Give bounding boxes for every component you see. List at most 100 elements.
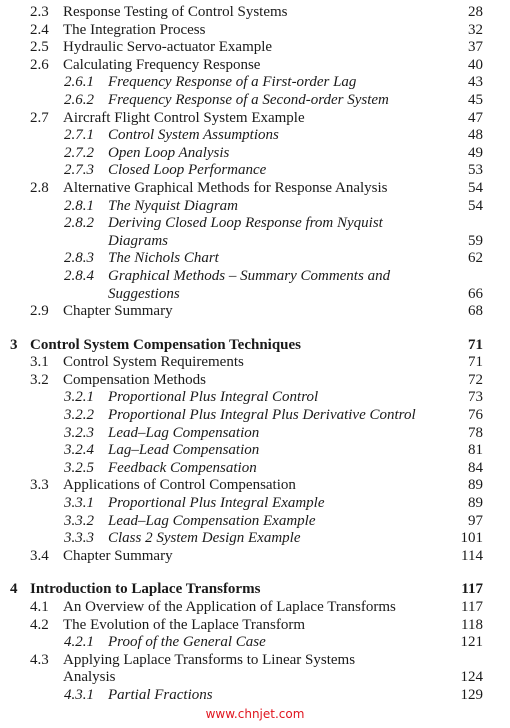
entry-number: 4.2: [30, 616, 49, 633]
toc-entry-section[interactable]: 4.1 An Overview of the Application of Lap…: [0, 599, 510, 617]
entry-title-continuation: Analysis: [63, 669, 116, 686]
entry-title: Graphical Methods – Summary Comments and: [108, 267, 391, 284]
entry-number: 2.8.3: [64, 250, 94, 267]
entry-page-number: 121: [460, 634, 484, 651]
entry-number: 2.6.2: [64, 91, 94, 108]
entry-number: 2.7.3: [64, 162, 94, 179]
entry-title: Class 2 System Design Example: [108, 530, 301, 547]
entry-page-number: 71: [468, 336, 483, 353]
toc-entry-continuation[interactable]: Suggestions 66: [0, 286, 510, 304]
toc-entry-sub[interactable]: 2.7.3 Closed Loop Performance 53: [0, 162, 510, 180]
entry-title: Control System Assumptions: [108, 127, 279, 144]
toc-entry-section[interactable]: 2.5 Hydraulic Servo-actuator Example 37: [0, 39, 510, 57]
entry-title: Alternative Graphical Methods for Respon…: [63, 179, 388, 196]
entry-number: 2.3: [30, 4, 49, 20]
toc-entry-sub[interactable]: 2.8.1 The Nyquist Diagram 54: [0, 198, 510, 216]
entry-title: Open Loop Analysis: [108, 144, 230, 161]
toc-entry-sub[interactable]: 3.3.3 Class 2 System Design Example 101: [0, 530, 510, 548]
entry-page-number: 54: [468, 197, 483, 214]
entry-number: 2.8.1: [64, 197, 94, 214]
entry-title: Deriving Closed Loop Response from Nyqui…: [108, 215, 383, 232]
toc-entry-sub[interactable]: 4.2.1 Proof of the General Case 121: [0, 634, 510, 652]
entry-page-number: 62: [468, 250, 483, 267]
entry-title: Control System Requirements: [63, 354, 244, 371]
toc-entry-sub[interactable]: 3.3.2 Lead–Lag Compensation Example 97: [0, 513, 510, 531]
entry-title: Hydraulic Servo-actuator Example: [63, 39, 273, 56]
entry-page-number: 45: [468, 91, 483, 108]
entry-title: An Overview of the Application of Laplac…: [63, 599, 396, 615]
entry-number: 4.3.1: [64, 686, 94, 703]
toc-entry-section[interactable]: 2.6 Calculating Frequency Response 40: [0, 57, 510, 75]
entry-page-number: 66: [468, 285, 483, 302]
toc-entry-section[interactable]: 3.2 Compensation Methods 72: [0, 372, 510, 390]
entry-number: 2.5: [30, 39, 49, 56]
entry-number: 3.3.3: [64, 530, 94, 547]
toc-entry-chapter[interactable]: 4 Introduction to Laplace Transforms 117: [0, 581, 510, 599]
entry-page-number: 81: [468, 442, 483, 459]
toc-entry-sub[interactable]: 2.7.1 Control System Assumptions 48: [0, 127, 510, 145]
entry-page-number: 32: [468, 21, 483, 38]
entry-page-number: 89: [468, 477, 483, 494]
toc-entry-section[interactable]: 4.3 Applying Laplace Transforms to Linear…: [0, 652, 510, 670]
toc-entry-continuation[interactable]: Diagrams 59: [0, 233, 510, 251]
toc-entry-sub[interactable]: 2.8.3 The Nichols Chart 62: [0, 250, 510, 268]
entry-page-number: 73: [468, 389, 483, 406]
toc-entry-sub[interactable]: 3.2.3 Lead–Lag Compensation 78: [0, 425, 510, 443]
toc-entry-sub[interactable]: 3.2.4 Lag–Lead Compensation 81: [0, 442, 510, 460]
entry-title: Lead–Lag Compensation Example: [108, 512, 316, 529]
toc-entry-section[interactable]: 2.7 Aircraft Flight Control System Exampl…: [0, 110, 510, 128]
entry-number: 3.3.2: [64, 512, 94, 529]
toc-entry-sub[interactable]: 3.3.1 Proportional Plus Integral Example 8…: [0, 495, 510, 513]
entry-title: Proportional Plus Integral Plus Derivati…: [108, 407, 416, 424]
entry-title: Response Testing of Control Systems: [63, 4, 288, 20]
entry-page-number: 47: [468, 109, 483, 126]
toc-entry-section[interactable]: 3.3 Applications of Control Compensation 8…: [0, 477, 510, 495]
toc-entry-sub[interactable]: 2.6.1 Frequency Response of a First-order…: [0, 74, 510, 92]
entry-page-number: 72: [468, 371, 483, 388]
toc-entry-sub[interactable]: 3.2.2 Proportional Plus Integral Plus Der…: [0, 407, 510, 425]
toc-entry-sub[interactable]: 3.2.1 Proportional Plus Integral Control 7…: [0, 389, 510, 407]
toc-entry-section[interactable]: 3.1 Control System Requirements 71: [0, 354, 510, 372]
toc-entry-section[interactable]: 4.2 The Evolution of the Laplace Transfor…: [0, 617, 510, 635]
entry-title: Frequency Response of a Second-order Sys…: [108, 91, 389, 108]
toc-entry-sub[interactable]: 2.6.2 Frequency Response of a Second-orde…: [0, 92, 510, 110]
entry-title: Compensation Methods: [63, 371, 206, 388]
toc-entry-sub[interactable]: 3.2.5 Feedback Compensation 84: [0, 460, 510, 478]
entry-title-continuation: Suggestions: [108, 285, 180, 302]
entry-number: 2.6: [30, 56, 49, 73]
toc-entry-sub[interactable]: 2.8.4 Graphical Methods – Summary Comment…: [0, 268, 510, 286]
entry-title: Lead–Lag Compensation: [108, 424, 260, 441]
entry-page-number: 59: [468, 232, 483, 249]
entry-page-number: 117: [461, 599, 483, 615]
entry-number: 4.2.1: [64, 634, 94, 651]
entry-title: Frequency Response of a First-order Lag: [108, 74, 357, 91]
entry-number: 3: [10, 336, 18, 353]
toc-entry-section[interactable]: 2.3 Response Testing of Control Systems 28: [0, 4, 510, 22]
entry-number: 2.9: [30, 303, 49, 320]
entry-page-number: 129: [460, 686, 484, 703]
entry-page-number: 78: [468, 424, 483, 441]
entry-number: 4.1: [30, 599, 49, 615]
toc-entry-section[interactable]: 2.8 Alternative Graphical Methods for Res…: [0, 180, 510, 198]
toc-entry-continuation[interactable]: Analysis 124: [0, 669, 510, 687]
entry-page-number: 114: [461, 547, 483, 564]
toc-entry-section[interactable]: 2.9 Chapter Summary 68: [0, 303, 510, 321]
toc-entry-sub[interactable]: 4.3.1 Partial Fractions 129: [0, 687, 510, 705]
toc-entry-sub[interactable]: 2.8.2 Deriving Closed Loop Response from …: [0, 215, 510, 233]
entry-number: 3.4: [30, 547, 49, 564]
entry-title: Calculating Frequency Response: [63, 56, 261, 73]
entry-page-number: 97: [468, 512, 483, 529]
entry-page-number: 53: [468, 162, 483, 179]
toc-entry-section[interactable]: 2.4 The Integration Process 32: [0, 22, 510, 40]
entry-number: 3.2.3: [64, 424, 94, 441]
entry-number: 2.8.2: [64, 215, 94, 232]
toc-entry-chapter[interactable]: 3 Control System Compensation Techniques 7…: [0, 337, 510, 355]
entry-page-number: 68: [468, 303, 483, 320]
entry-number: 2.8.4: [64, 267, 94, 284]
toc-entry-section[interactable]: 3.4 Chapter Summary 114: [0, 548, 510, 566]
entry-title: Proportional Plus Integral Control: [108, 389, 319, 406]
entry-number: 3.2.5: [64, 459, 94, 476]
toc-entry-sub[interactable]: 2.7.2 Open Loop Analysis 49: [0, 145, 510, 163]
entry-number: 2.8: [30, 179, 49, 196]
